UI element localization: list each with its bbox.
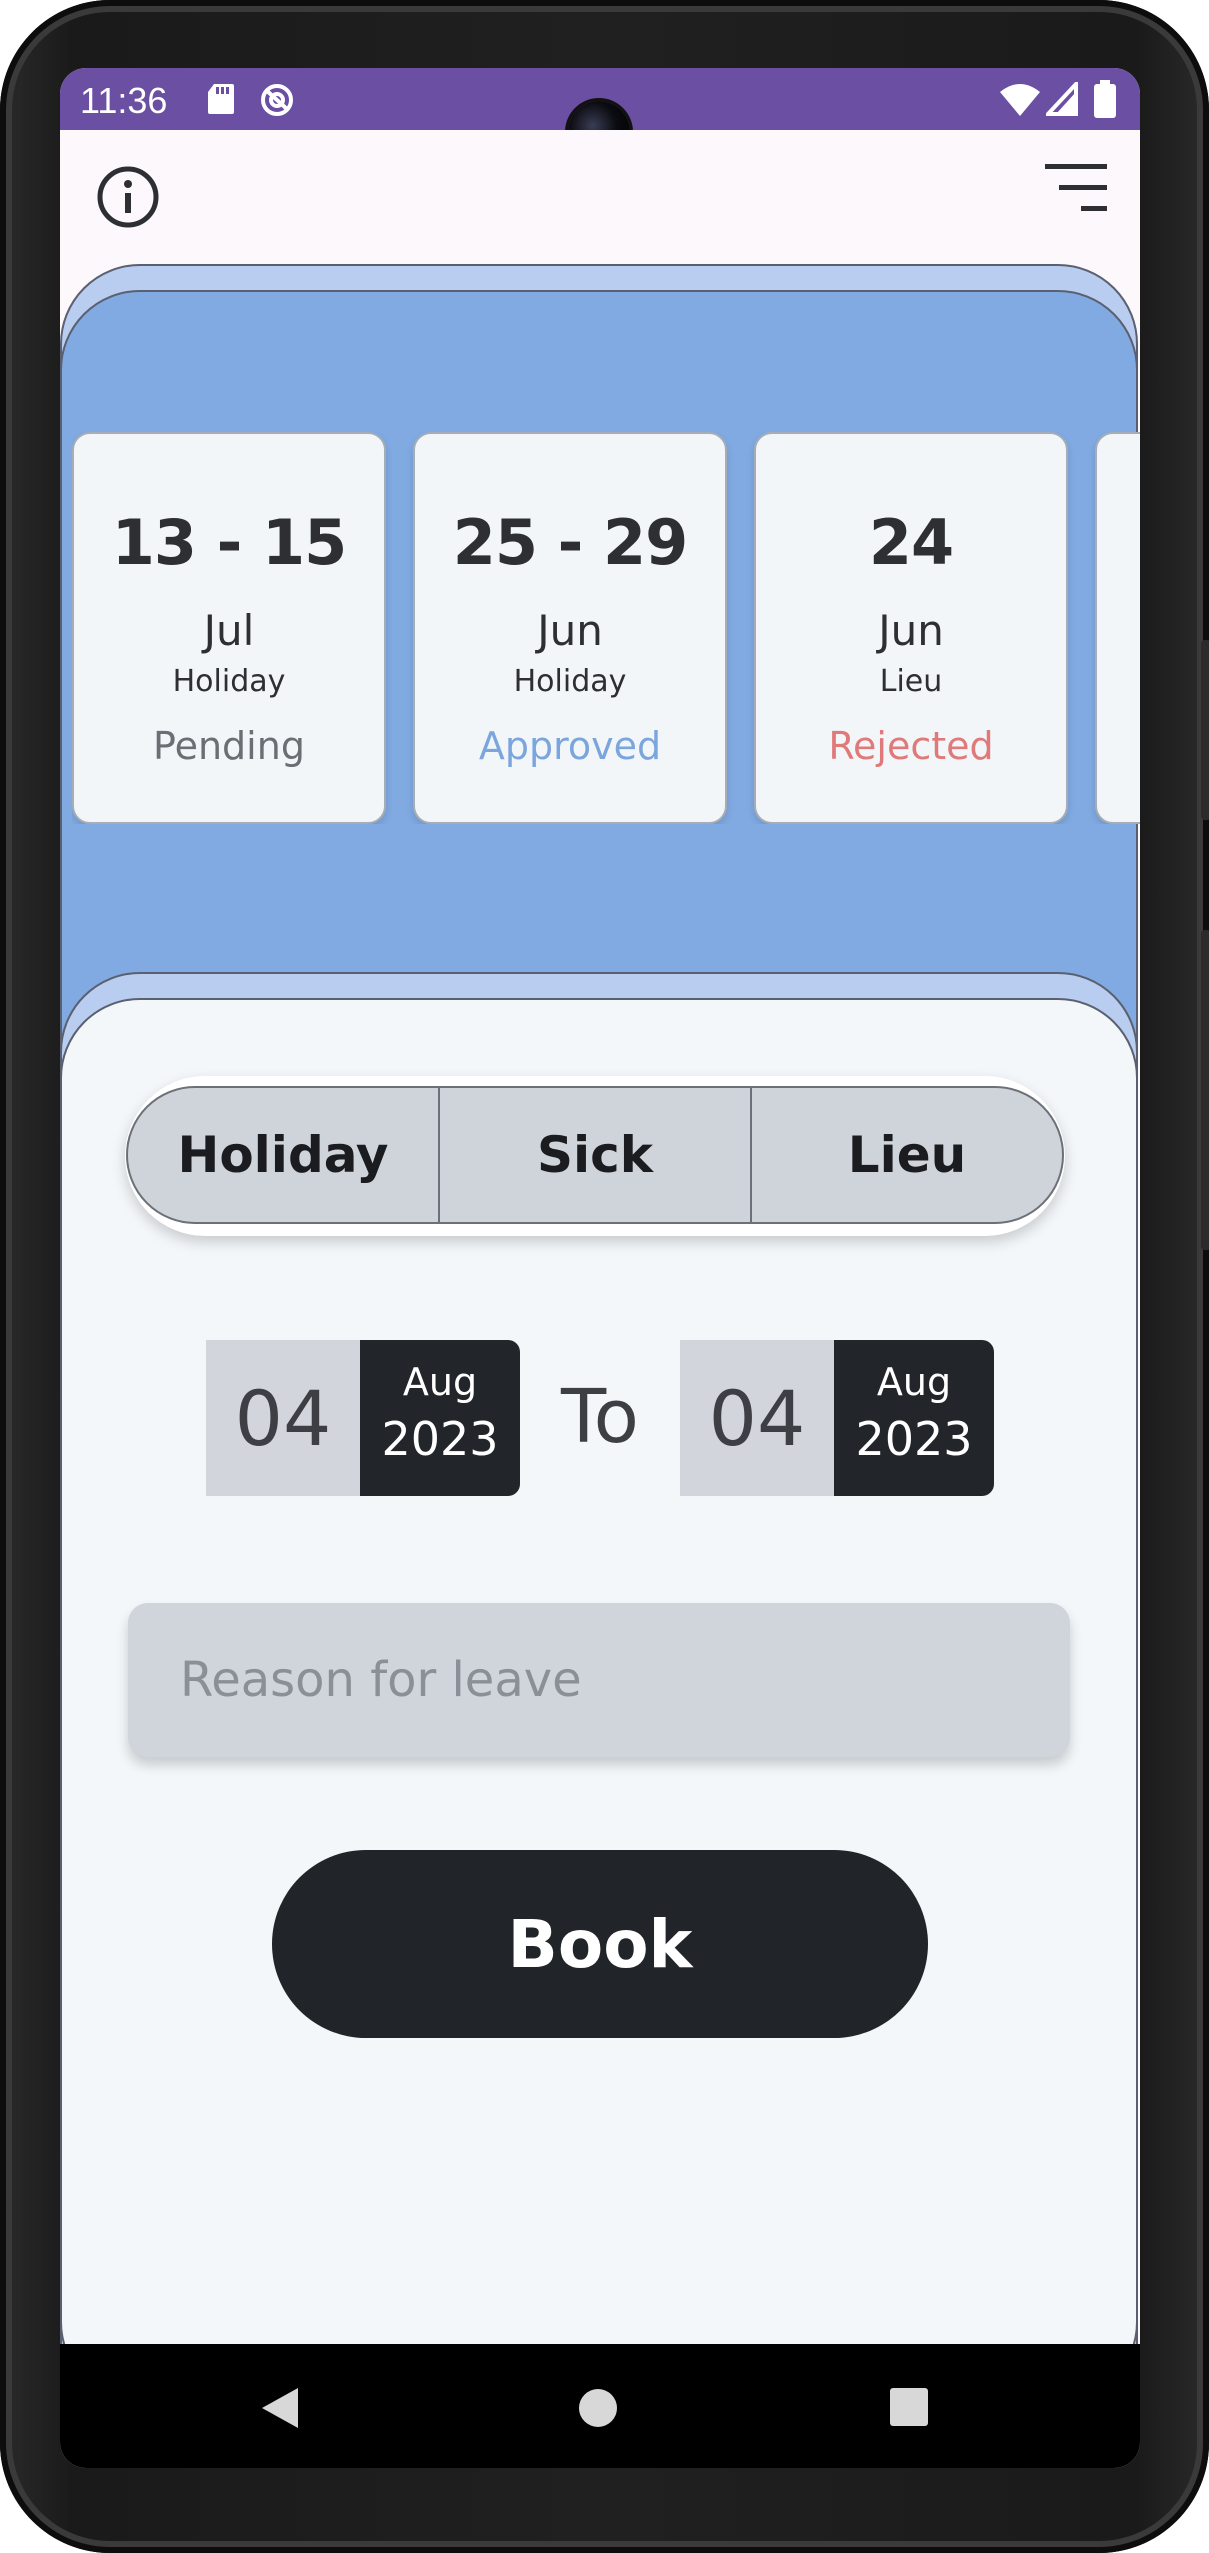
info-icon[interactable] <box>96 165 160 229</box>
leave-dates: 25 - 29 <box>452 506 688 579</box>
leave-request-list[interactable]: 13 - 15 Jul Holiday Pending 25 - 29 Jun … <box>72 432 1140 824</box>
start-date-day[interactable]: 04 <box>206 1340 360 1496</box>
leave-month: Jun <box>878 606 944 655</box>
end-date-month: Aug <box>876 1360 952 1404</box>
leave-type: Lieu <box>879 664 943 699</box>
start-date-month: Aug <box>402 1360 478 1404</box>
leave-request-card-partial[interactable] <box>1095 432 1140 824</box>
leave-month: Jun <box>537 606 603 655</box>
leave-dates: 13 - 15 <box>111 506 347 579</box>
leave-type-lieu[interactable]: Lieu <box>750 1088 1062 1222</box>
leave-status: Rejected <box>828 724 994 768</box>
recents-icon[interactable] <box>890 2388 928 2426</box>
battery-icon <box>1094 80 1116 118</box>
power-button <box>1201 640 1209 820</box>
back-icon[interactable] <box>260 2386 300 2430</box>
leave-status: Approved <box>478 724 662 768</box>
leave-request-card[interactable]: 24 Jun Lieu Rejected <box>754 432 1068 824</box>
leave-type-holiday[interactable]: Holiday <box>128 1088 438 1222</box>
home-icon[interactable] <box>578 2388 618 2428</box>
phone-frame: 11:36 13 - 15 Jul Holiday Pending 25 - 2… <box>0 0 1209 2553</box>
leave-dates: 24 <box>868 506 954 579</box>
leave-type: Holiday <box>513 664 627 699</box>
book-button[interactable]: Book <box>272 1850 928 2038</box>
leave-type: Holiday <box>172 664 286 699</box>
leave-type-sick[interactable]: Sick <box>438 1088 750 1222</box>
reason-input[interactable] <box>128 1603 1070 1757</box>
date-range-separator: To <box>561 1374 639 1460</box>
end-date-month-year[interactable]: Aug 2023 <box>834 1340 994 1496</box>
sd-card-icon <box>208 84 234 114</box>
leave-type-selector: Holiday Sick Lieu <box>126 1086 1064 1224</box>
menu-icon[interactable] <box>1045 158 1109 218</box>
screen: 11:36 13 - 15 Jul Holiday Pending 25 - 2… <box>60 68 1140 2468</box>
do-not-disturb-icon <box>261 84 293 116</box>
start-date-year: 2023 <box>381 1412 499 1466</box>
navigation-bar <box>60 2344 1140 2468</box>
end-date-day[interactable]: 04 <box>680 1340 834 1496</box>
status-time: 11:36 <box>80 80 168 121</box>
leave-status: Pending <box>153 724 305 768</box>
leave-request-card[interactable]: 25 - 29 Jun Holiday Approved <box>413 432 727 824</box>
leave-request-card[interactable]: 13 - 15 Jul Holiday Pending <box>72 432 386 824</box>
leave-month: Jul <box>203 606 255 655</box>
end-date-year: 2023 <box>855 1412 973 1466</box>
volume-button <box>1201 930 1209 1250</box>
wifi-icon <box>1000 84 1040 116</box>
cell-signal-icon <box>1046 82 1078 116</box>
start-date-month-year[interactable]: Aug 2023 <box>360 1340 520 1496</box>
